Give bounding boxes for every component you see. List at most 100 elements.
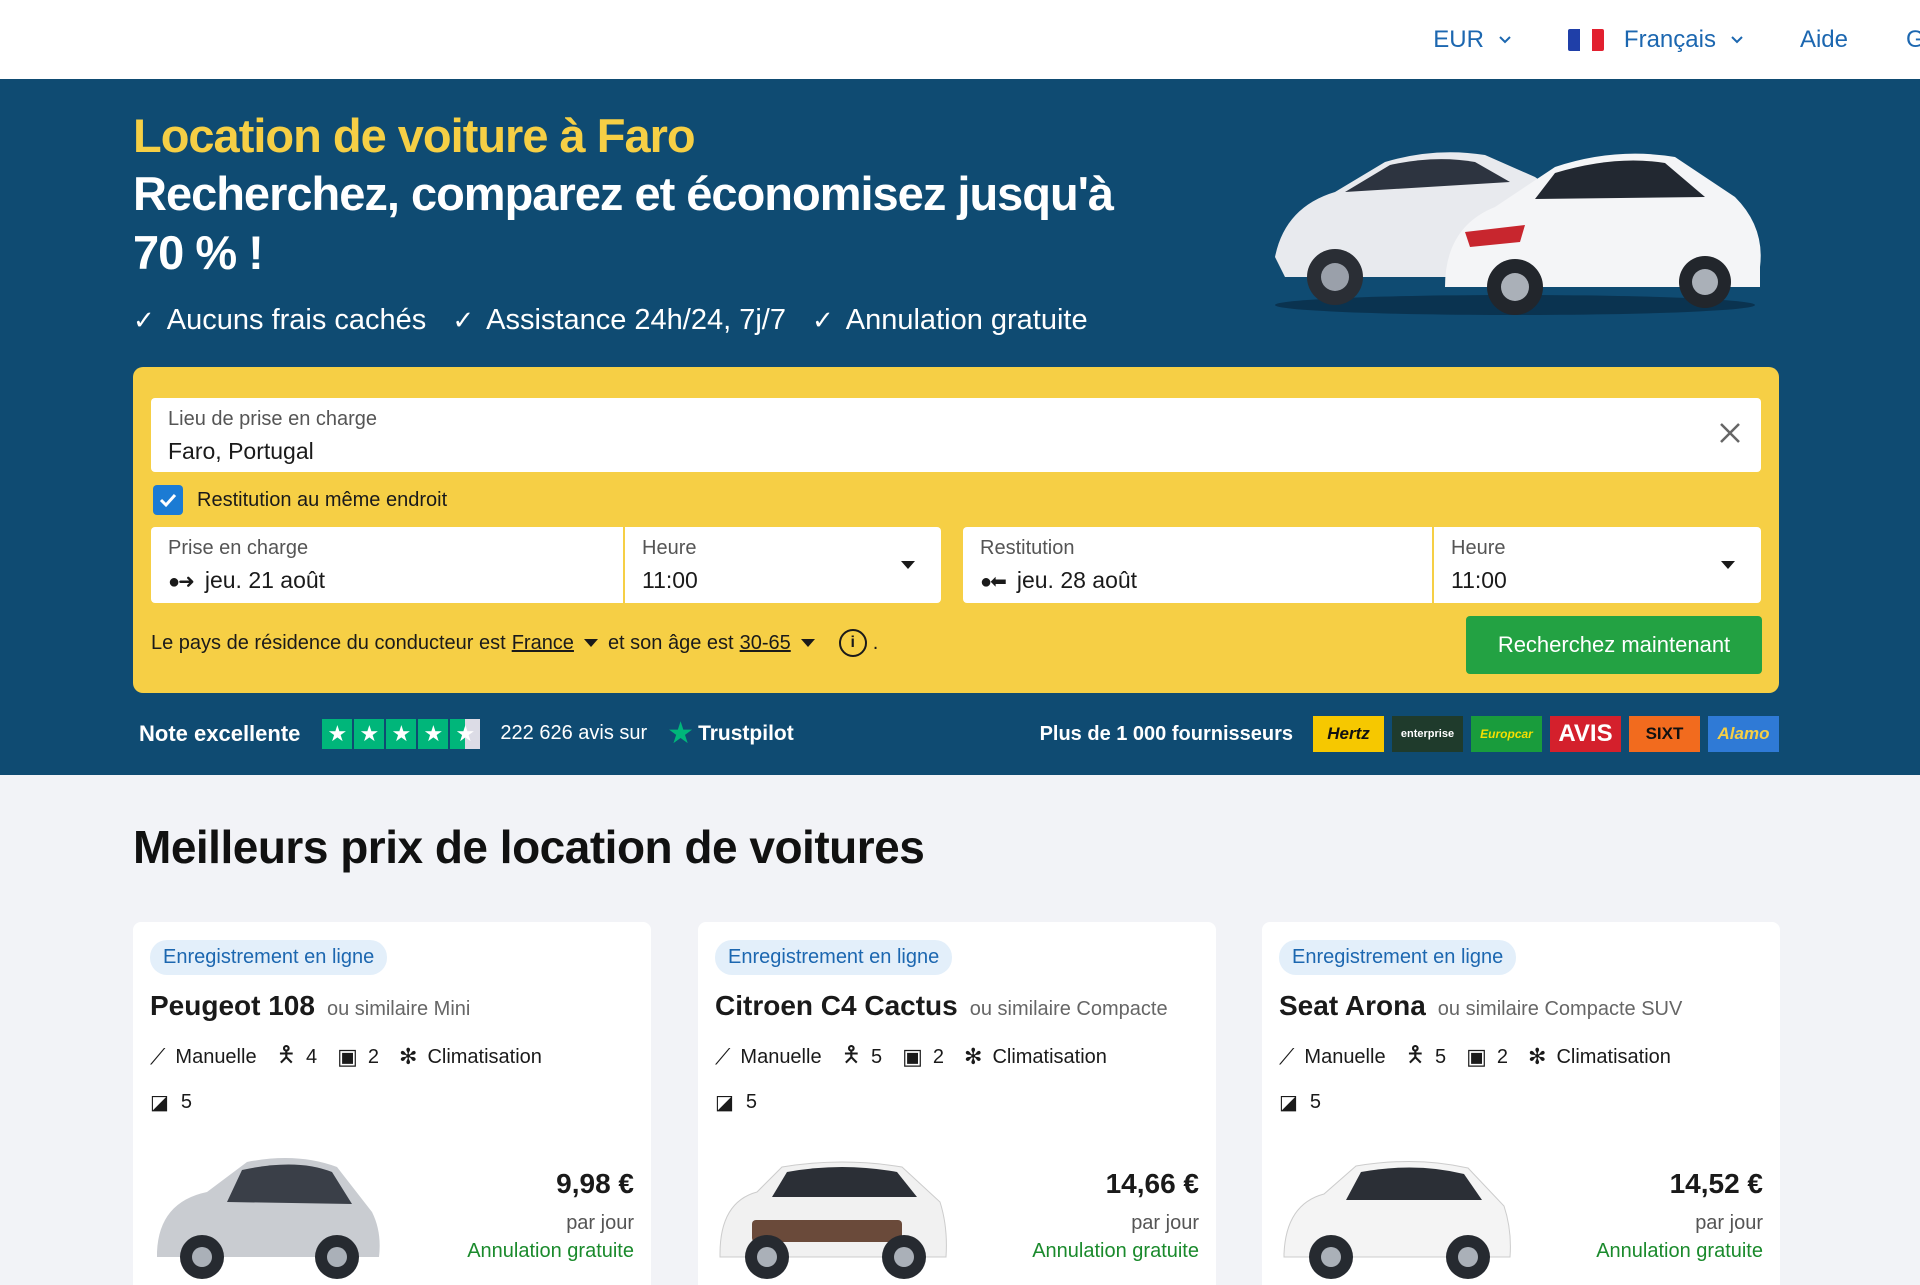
online-checkin-badge: Enregistrement en ligne — [715, 940, 953, 975]
car-model: Seat Arona — [1279, 990, 1426, 1021]
driver-residence-line: Le pays de résidence du conducteur est F… — [151, 629, 878, 657]
spec-transmission: ⟋ Manuelle — [715, 1044, 822, 1070]
check-icon: ✓ — [811, 305, 834, 335]
return-time-label: Heure — [1451, 537, 1506, 559]
perk-item: ✓ Aucuns frais cachés — [133, 304, 426, 337]
search-button[interactable]: Recherchez maintenant — [1466, 616, 1762, 674]
gearshift-icon: ⟋ — [715, 1044, 731, 1069]
car-specs: ⟋ Manuelle 🯅 4 ▣ 2 ✻ Climatisation — [150, 1038, 562, 1076]
person-icon: 🯅 — [276, 1042, 296, 1067]
luggage-icon: ▣ — [902, 1044, 923, 1069]
top-navigation: EUR Français Aide G — [0, 0, 1920, 79]
pickup-location-field[interactable]: Lieu de prise en charge Faro, Portugal — [151, 398, 1761, 472]
residence-country-link[interactable]: France — [512, 632, 574, 655]
spec-bags: ▣ 2 — [337, 1044, 379, 1070]
spec-value: 5 — [180, 1091, 193, 1113]
car-door-icon: ◪ — [150, 1092, 169, 1114]
check-icon: ✓ — [452, 305, 475, 335]
free-cancellation: Annulation gratuite — [1596, 1240, 1763, 1262]
same-return-checkbox[interactable] — [153, 485, 183, 515]
pickup-location-label: Lieu de prise en charge — [168, 408, 378, 430]
car-offer-card[interactable]: Enregistrement en ligne Peugeot 108 ou s… — [133, 922, 651, 1285]
pickup-date-text: jeu. 21 août — [204, 567, 326, 593]
pickup-date-value: ●➜ jeu. 21 août — [168, 567, 325, 594]
perks-list: ✓ Aucuns frais cachés ✓ Assistance 24h/2… — [133, 304, 1114, 337]
spec-doors: ◪ 5 — [150, 1090, 192, 1115]
spec-doors: ◪ 5 — [1279, 1090, 1321, 1115]
car-offer-card[interactable]: Enregistrement en ligne Citroen C4 Cactu… — [698, 922, 1216, 1285]
close-icon[interactable] — [1715, 418, 1745, 448]
currency-selector[interactable]: EUR — [1433, 26, 1512, 54]
spec-ac: ✻ Climatisation — [964, 1044, 1107, 1070]
avis-logo: AVIS — [1550, 716, 1621, 752]
page-title: Location de voiture à Faro — [133, 109, 696, 162]
car-category: ou similaire Compacte SUV — [1437, 998, 1683, 1020]
trustpilot-logo: Trustpilot — [698, 721, 794, 745]
spec-bags: ▣ 2 — [1466, 1044, 1508, 1070]
car-category: ou similaire Compacte — [969, 998, 1168, 1020]
luggage-icon: ▣ — [337, 1044, 358, 1069]
hero-subtitle: Recherchez, comparez et économisez jusqu… — [133, 167, 1114, 279]
spec-seats: 🯅 5 — [842, 1038, 883, 1076]
spec-value: 2 — [367, 1045, 379, 1068]
offers-title: Meilleurs prix de location de voitures — [133, 821, 925, 873]
spec-seats: 🯅 5 — [1406, 1038, 1447, 1076]
info-icon[interactable]: i — [838, 629, 867, 657]
online-checkin-badge: Enregistrement en ligne — [1279, 940, 1517, 975]
car-door-icon: ◪ — [715, 1092, 734, 1114]
language-selector[interactable]: Français — [1567, 26, 1744, 54]
chevron-down-icon — [1731, 36, 1743, 44]
gearshift-icon: ⟋ — [1279, 1044, 1295, 1069]
sixt-logo: SIXT — [1629, 716, 1700, 752]
car-model: Peugeot 108 — [150, 990, 315, 1021]
spec-value: 2 — [932, 1045, 944, 1068]
return-time-select[interactable]: Heure 11:00 — [1434, 527, 1761, 603]
snowflake-icon: ✻ — [1528, 1044, 1547, 1069]
pickup-time-select[interactable]: Heure 11:00 — [625, 527, 941, 603]
caret-down-icon[interactable] — [800, 639, 815, 647]
currency-label: EUR — [1433, 26, 1484, 53]
price-unit: par jour — [566, 1212, 634, 1234]
online-checkin-badge: Enregistrement en ligne — [150, 940, 388, 975]
search-form: Lieu de prise en charge Faro, Portugal R… — [133, 367, 1779, 693]
providers-strip: Plus de 1 000 fournisseurs Hertz enterpr… — [1040, 716, 1779, 752]
driver-age-link[interactable]: 30-65 — [740, 632, 791, 655]
price-per-day: 14,52 € — [1669, 1168, 1763, 1199]
spec-ac: ✻ Climatisation — [399, 1044, 542, 1070]
residence-prefix: Le pays de résidence du conducteur est — [151, 631, 506, 654]
same-return-toggle[interactable]: Restitution au même endroit — [153, 485, 447, 515]
price-unit: par jour — [1695, 1212, 1763, 1234]
perk-label: Annulation gratuite — [845, 304, 1088, 336]
providers-label: Plus de 1 000 fournisseurs — [1039, 722, 1293, 745]
return-time-value: 11:00 — [1451, 567, 1507, 593]
language-label: Français — [1623, 26, 1716, 53]
hertz-logo: Hertz — [1313, 716, 1384, 752]
car-offer-card[interactable]: Enregistrement en ligne Seat Arona ou si… — [1262, 922, 1780, 1285]
pickup-date-field[interactable]: Prise en charge ●➜ jeu. 21 août — [151, 527, 623, 603]
spec-value: Climatisation — [992, 1045, 1107, 1068]
spec-value: 5 — [1434, 1045, 1447, 1068]
star-icon: ★ — [386, 718, 417, 749]
age-suffix: . — [872, 631, 879, 654]
help-link[interactable]: Aide — [1800, 26, 1848, 54]
person-icon: 🯅 — [841, 1042, 861, 1067]
person-icon: 🯅 — [1405, 1042, 1425, 1067]
return-date-field[interactable]: Restitution ●⬅ jeu. 28 août — [963, 527, 1432, 603]
car-image — [157, 1158, 380, 1279]
free-cancellation: Annulation gratuite — [1032, 1240, 1199, 1262]
car-image — [1283, 1160, 1511, 1279]
chevron-down-icon — [1499, 36, 1511, 44]
same-return-label: Restitution au même endroit — [197, 488, 448, 511]
return-arrow-icon: ●⬅ — [980, 571, 1007, 593]
caret-down-icon[interactable] — [583, 639, 598, 647]
pickup-location-input[interactable]: Faro, Portugal — [168, 438, 314, 465]
car-image — [719, 1161, 947, 1279]
spec-ac: ✻ Climatisation — [1528, 1044, 1671, 1070]
checkmark-icon — [159, 493, 177, 508]
spec-value: 4 — [305, 1045, 318, 1068]
review-count: 222 626 avis sur — [500, 722, 648, 744]
return-date-value: ●⬅ jeu. 28 août — [980, 567, 1137, 594]
star-half-icon: ★ — [450, 718, 481, 749]
nav-menu: EUR Français Aide G — [1433, 22, 1920, 58]
nav-item-truncated[interactable]: G — [1906, 26, 1920, 54]
